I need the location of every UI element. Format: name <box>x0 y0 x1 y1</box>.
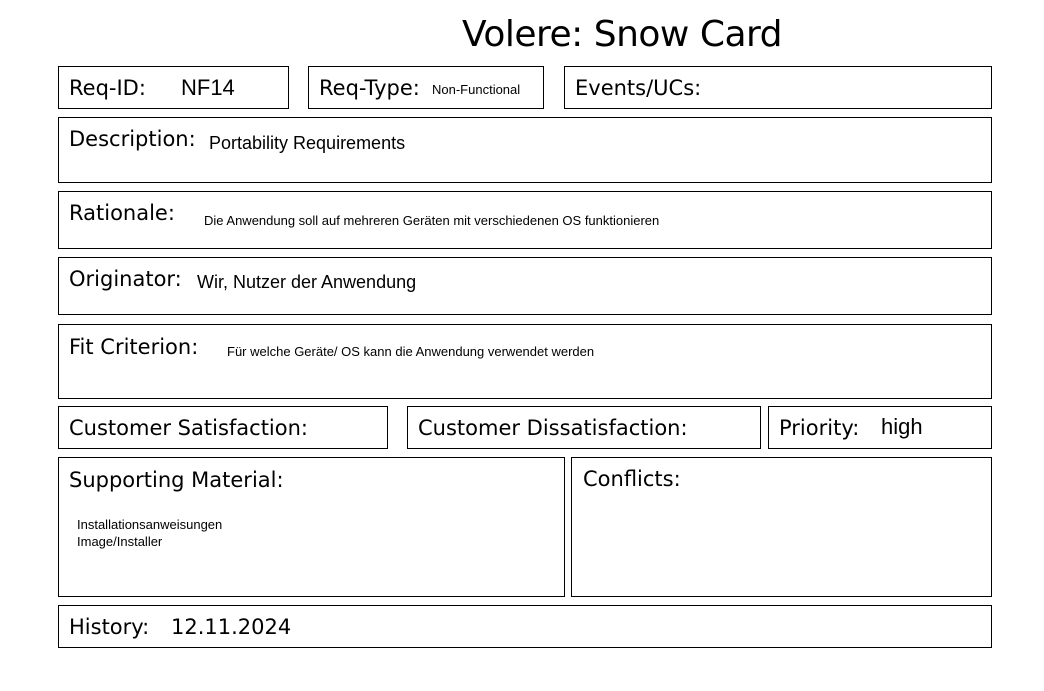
events-box: Events/UCs: <box>564 66 992 109</box>
supporting-material-box: Supporting Material: Installationsanweis… <box>58 457 565 597</box>
history-label: History: <box>69 615 150 639</box>
conflicts-box: Conflicts: <box>571 457 992 597</box>
rationale-value: Die Anwendung soll auf mehreren Geräten … <box>204 213 660 228</box>
card-title: Volere: Snow Card <box>462 14 783 55</box>
description-box: Description: Portability Requirements <box>58 117 992 183</box>
supporting-material-item: Image/Installer <box>77 534 163 549</box>
req-type-value: Non-Functional <box>432 82 521 97</box>
req-id-value: NF14 <box>181 75 235 100</box>
req-id-label: Req-ID: <box>69 76 146 100</box>
description-label: Description: <box>69 127 196 151</box>
req-id-box: Req-ID: NF14 <box>58 66 289 109</box>
rationale-box: Rationale: Die Anwendung soll auf mehrer… <box>58 191 992 249</box>
req-type-box: Req-Type: Non-Functional <box>308 66 544 109</box>
priority-label: Priority: <box>779 416 860 440</box>
fit-criterion-label: Fit Criterion: <box>69 335 199 359</box>
supporting-material-list: Installationsanweisungen Image/Installer <box>77 516 222 550</box>
customer-satisfaction-label: Customer Satisfaction: <box>69 416 308 440</box>
customer-dissatisfaction-box: Customer Dissatisfaction: <box>407 406 761 449</box>
req-type-label: Req-Type: <box>319 76 420 100</box>
rationale-label: Rationale: <box>69 201 175 225</box>
supporting-material-label: Supporting Material: <box>69 468 284 492</box>
customer-dissatisfaction-label: Customer Dissatisfaction: <box>418 416 688 440</box>
conflicts-label: Conflicts: <box>583 467 681 491</box>
priority-box: Priority: high <box>768 406 992 449</box>
description-value: Portability Requirements <box>209 133 406 153</box>
priority-value: high <box>881 414 923 439</box>
originator-value: Wir, Nutzer der Anwendung <box>197 272 417 292</box>
originator-box: Originator: Wir, Nutzer der Anwendung <box>58 257 992 315</box>
originator-label: Originator: <box>69 267 182 291</box>
fit-criterion-box: Fit Criterion: Für welche Geräte/ OS kan… <box>58 324 992 399</box>
fit-criterion-value: Für welche Geräte/ OS kann die Anwendung… <box>227 344 595 359</box>
history-box: History: 12.11.2024 <box>58 605 992 648</box>
history-value: 12.11.2024 <box>171 615 292 639</box>
supporting-material-item: Installationsanweisungen <box>77 517 223 532</box>
customer-satisfaction-box: Customer Satisfaction: <box>58 406 388 449</box>
events-label: Events/UCs: <box>575 76 702 100</box>
